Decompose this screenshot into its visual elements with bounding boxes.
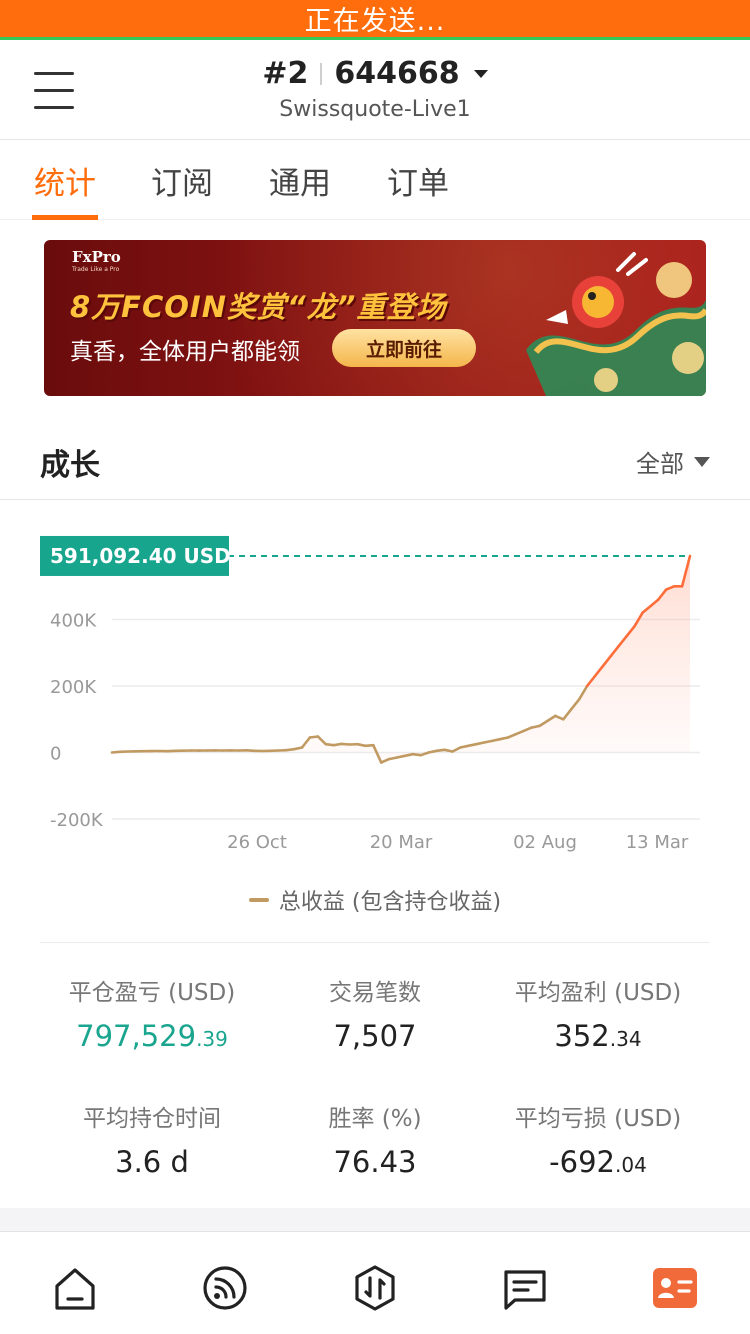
y-tick-label: 0 [50,744,61,765]
profile-icon[interactable] [651,1264,699,1312]
banner-subtitle: 真香，全体用户都能领 [70,339,300,365]
stat-label: 平均持仓时间 [83,1106,221,1132]
chevron-down-icon [473,69,488,78]
stat-value: 797,529.39 [76,1019,228,1053]
signal-icon[interactable] [201,1264,249,1312]
stat-avg-profit: 平均盈利 (USD) 352.34 [486,973,710,1053]
banner-cta-button[interactable]: 立即前往 [332,329,476,367]
stat-avg-hold-time: 平均持仓时间 3.6 d [40,1099,264,1179]
bottom-navigation [0,1234,750,1334]
dropdown-arrow-icon [694,456,710,467]
y-tick-label: 400K [50,611,97,632]
tab-statistics[interactable]: 统计 [32,158,98,220]
stat-value: 352.34 [554,1019,642,1053]
stat-value: 7,507 [333,1019,417,1053]
banner-brand-logo: FxPro [72,248,121,266]
trade-icon[interactable] [351,1264,399,1312]
y-tick-label: -200K [50,810,104,831]
growth-header: 成长 全部 [0,420,750,500]
stat-label: 平仓盈亏 (USD) [68,980,236,1006]
x-tick-label: 02 Aug [513,832,577,853]
current-value-label: 591,092.40 USD [50,544,231,568]
growth-chart-svg: 591,092.40 USD 400K 200K 0 -200K 26 Oct 20 M… [40,535,700,853]
account-number: 644668 [334,56,460,91]
home-icon[interactable] [51,1264,99,1312]
stat-label: 平均亏损 (USD) [514,1106,682,1132]
tab-bar: 统计 订阅 通用 订单 [0,140,750,220]
growth-chart: 591,092.40 USD 400K 200K 0 -200K 26 Oct 20 M… [0,500,750,880]
stat-value: -692.04 [549,1145,647,1179]
stat-win-rate: 胜率 (%) 76.43 [263,1099,487,1179]
account-server: Swissquote-Live1 [279,97,471,122]
dragon-illustration [526,252,706,396]
banner-headline: 8万FCOIN奖赏“龙”重登场 [70,290,447,324]
legend-swatch [248,898,269,902]
x-tick-label: 20 Mar [370,832,433,853]
stats-grid: 平仓盈亏 (USD) 797,529.39 交易笔数 7,507 平均盈利 (U… [40,942,710,1208]
growth-area-fill [112,556,690,763]
section-divider [0,1208,750,1232]
period-filter-label: 全部 [636,450,684,478]
account-separator [320,62,323,85]
y-tick-label: 200K [50,677,97,698]
stat-label: 胜率 (%) [328,1106,422,1132]
tab-orders[interactable]: 订单 [387,158,449,220]
growth-title: 成长 [40,448,100,483]
legend-label: 总收益 (包含持仓收益) [278,890,502,915]
stat-closed-pnl: 平仓盈亏 (USD) 797,529.39 [40,973,264,1053]
stat-label: 平均盈利 (USD) [514,980,682,1006]
period-filter-dropdown[interactable]: 全部 [636,444,710,479]
stat-trade-count: 交易笔数 7,507 [263,973,487,1053]
promo-banner[interactable]: FxPro Trade Like a Pro 8万FCOIN奖赏“龙”重登场 真… [44,240,706,396]
history-icon[interactable] [501,1264,549,1312]
account-selector[interactable]: #2 644668 Swissquote-Live1 [0,56,750,122]
tab-subscribe[interactable]: 订阅 [151,158,213,220]
app-header: #2 644668 Swissquote-Live1 [0,40,750,140]
stat-value: 76.43 [333,1145,417,1179]
x-tick-label: 26 Oct [227,832,287,853]
banner-tagline: Trade Like a Pro [72,266,120,273]
status-bar: 正在发送... [0,0,750,40]
sending-status-text: 正在发送... [304,6,446,37]
stat-avg-loss: 平均亏损 (USD) -692.04 [486,1099,710,1179]
account-index: #2 [262,56,309,91]
stat-value: 3.6 d [115,1145,189,1179]
tab-general[interactable]: 通用 [269,158,331,220]
chart-legend: 总收益 (包含持仓收益) [0,884,750,916]
stat-label: 交易笔数 [329,980,421,1006]
x-tick-label: 13 Mar [626,832,689,853]
